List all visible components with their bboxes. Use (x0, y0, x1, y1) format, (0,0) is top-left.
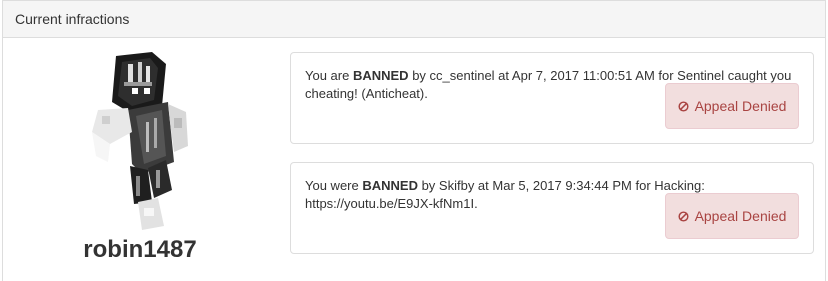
ban-icon (678, 100, 689, 112)
infraction-status: BANNED (352, 68, 409, 83)
infraction-prefix: You are (305, 68, 353, 83)
panel-title: Current infractions (3, 1, 825, 38)
infraction-card: You were BANNED by Skifby at Mar 5, 2017… (290, 162, 814, 254)
appeal-denied-button[interactable]: Appeal Denied (665, 83, 799, 129)
ban-icon (678, 210, 689, 222)
infraction-status: BANNED (362, 178, 418, 193)
infraction-prefix: You were (305, 178, 363, 193)
player-skin-image (92, 52, 188, 230)
appeal-label: Appeal Denied (694, 208, 787, 224)
player-username: robin1487 (83, 236, 197, 263)
appeal-denied-button[interactable]: Appeal Denied (665, 193, 799, 239)
infraction-card: You are BANNED by cc_sentinel at Apr 7, … (290, 52, 814, 144)
appeal-label: Appeal Denied (694, 98, 787, 114)
